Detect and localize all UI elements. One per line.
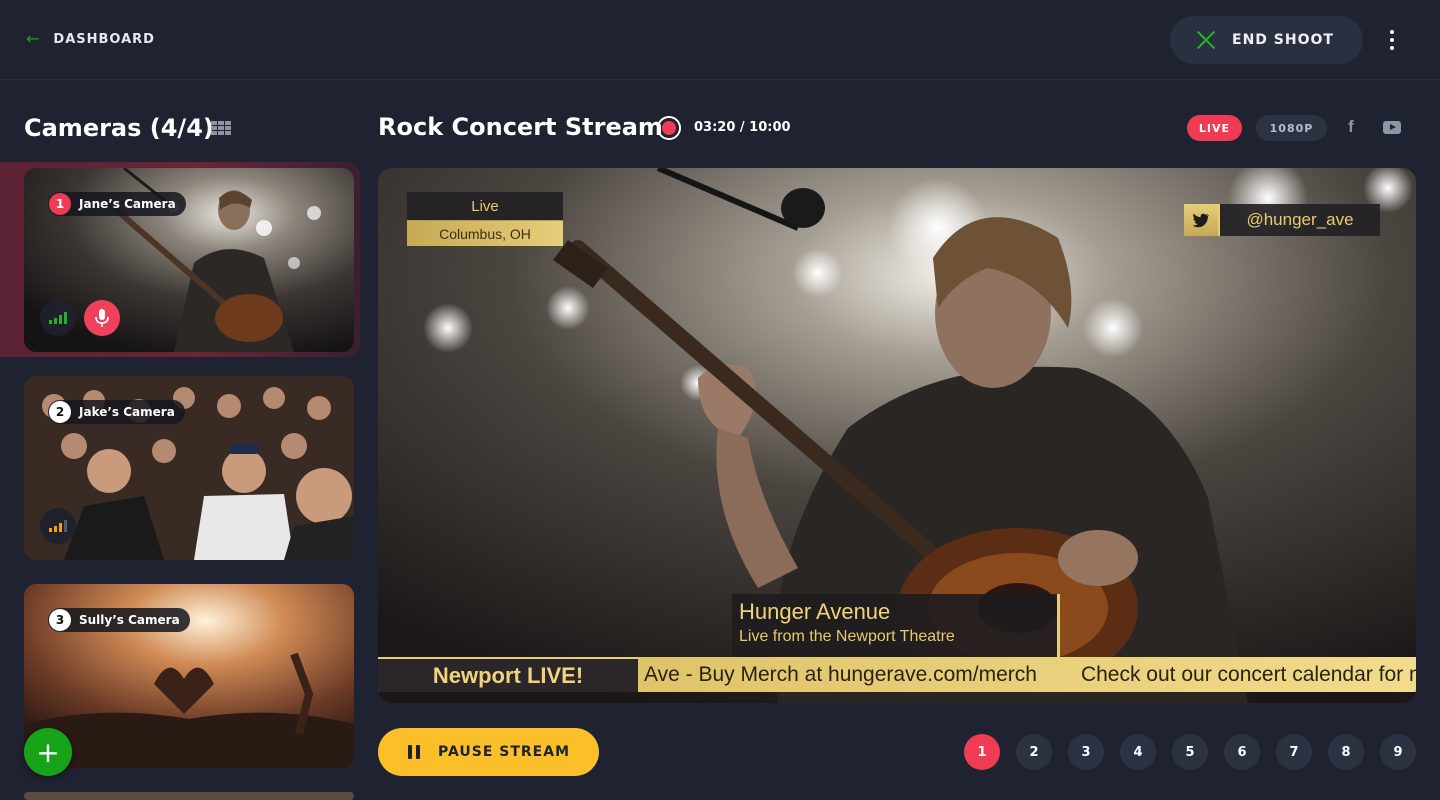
ticker-scroll: Ave - Buy Merch at hungerave.com/merch C… (644, 657, 1416, 692)
band-name: Hunger Avenue (739, 599, 891, 624)
end-shoot-button[interactable]: END SHOOT (1170, 16, 1363, 64)
stream-title: Rock Concert Stream (378, 113, 663, 141)
page-button-9[interactable]: 9 (1380, 734, 1416, 770)
stream-timer: 03:20 / 10:00 (694, 120, 791, 135)
camera-pager: 1 2 3 4 5 6 7 8 9 (964, 734, 1416, 770)
youtube-icon[interactable] (1383, 121, 1401, 134)
pause-stream-button[interactable]: PAUSE STREAM (378, 728, 599, 776)
page-button-5[interactable]: 5 (1172, 734, 1208, 770)
news-ticker: Newport LIVE! Ave - Buy Merch at hungera… (378, 657, 1416, 692)
ticker-brand: Newport LIVE! (378, 657, 638, 692)
back-to-dashboard-link[interactable]: ← DASHBOARD (26, 30, 155, 48)
venue-text: Live from the Newport Theatre (739, 628, 955, 645)
page-button-1[interactable]: 1 (964, 734, 1000, 770)
page-button-8[interactable]: 8 (1328, 734, 1364, 770)
camera-name: Jane’s Camera (79, 197, 176, 211)
camera-card-1[interactable]: 1 Jane’s Camera (24, 168, 354, 352)
pause-stream-label: PAUSE STREAM (438, 744, 571, 760)
main-video-preview: Live Columbus, OH @hunger_ave Hunger Ave… (378, 168, 1416, 703)
cameras-heading: Cameras (4/4) (24, 114, 214, 142)
grid-view-icon[interactable] (211, 121, 231, 135)
camera-name: Sully’s Camera (79, 613, 180, 627)
camera-number-badge: 2 (49, 401, 71, 423)
camera-card-2[interactable]: 2 Jake’s Camera (24, 376, 354, 560)
more-options-icon[interactable] (1384, 30, 1400, 50)
back-label: DASHBOARD (53, 31, 155, 47)
resolution-badge[interactable]: 1080P (1256, 115, 1327, 141)
page-button-2[interactable]: 2 (1016, 734, 1052, 770)
add-camera-button[interactable]: + (24, 728, 72, 776)
page-button-6[interactable]: 6 (1224, 734, 1260, 770)
camera-card-3[interactable]: 3 Sully’s Camera (24, 584, 354, 768)
lower-third-overlay: Hunger Avenue Live from the Newport Thea… (732, 594, 1060, 657)
camera-label-tag: 2 Jake’s Camera (48, 400, 185, 424)
twitter-overlay: @hunger_ave (1184, 204, 1380, 236)
camera-name: Jake’s Camera (79, 405, 175, 419)
twitter-handle: @hunger_ave (1218, 204, 1380, 236)
microphone-icon[interactable] (84, 300, 120, 336)
end-shoot-label: END SHOOT (1232, 32, 1334, 48)
signal-strength-icon (40, 300, 76, 336)
overlay-status: Live (407, 192, 563, 221)
camera-card-4[interactable] (24, 792, 354, 800)
close-icon (1196, 30, 1216, 50)
facebook-icon[interactable]: f (1344, 117, 1358, 139)
camera-number-badge: 3 (49, 609, 71, 631)
page-button-4[interactable]: 4 (1120, 734, 1156, 770)
top-bar: ← DASHBOARD END SHOOT (0, 0, 1440, 80)
live-badge: LIVE (1187, 115, 1242, 141)
location-overlay: Live Columbus, OH (407, 192, 563, 246)
ticker-item: Check out our concert calendar for mo (1080, 662, 1416, 686)
twitter-icon (1184, 204, 1218, 236)
arrow-left-icon: ← (26, 29, 40, 48)
record-icon (657, 116, 681, 140)
camera-label-tag: 3 Sully’s Camera (48, 608, 190, 632)
overlay-location: Columbus, OH (407, 221, 563, 246)
ticker-item: Ave - Buy Merch at hungerave.com/merch (644, 662, 1037, 686)
page-button-3[interactable]: 3 (1068, 734, 1104, 770)
pause-icon (408, 745, 420, 759)
camera-label-tag: 1 Jane’s Camera (48, 192, 186, 216)
signal-strength-icon (40, 508, 76, 544)
page-button-7[interactable]: 7 (1276, 734, 1312, 770)
camera-number-badge: 1 (49, 193, 71, 215)
